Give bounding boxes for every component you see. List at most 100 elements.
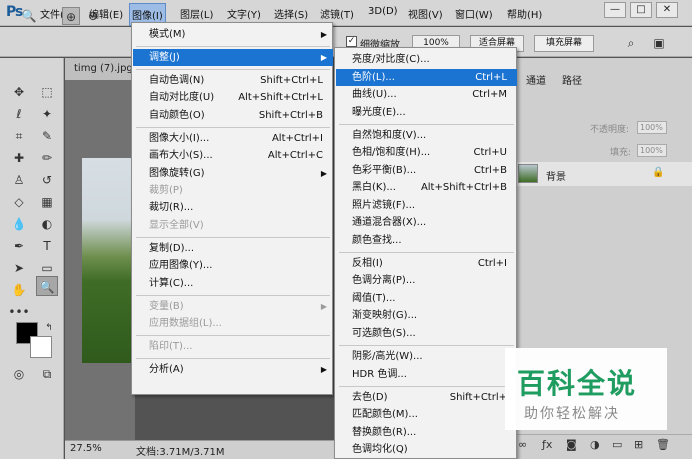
menu-type[interactable]: 文字(Y) [227,6,261,21]
menu-layer[interactable]: 图层(L) [180,6,213,21]
adjust_menu-item[interactable]: 阈值(T)... [336,290,517,307]
adjust_menu-item[interactable]: 通道混合器(X)... [336,214,517,231]
swap-colors-icon[interactable]: ↰ [38,318,60,338]
more-tools-icon[interactable]: ••• [8,302,30,322]
hand-tool-icon[interactable]: ✋ [8,280,30,300]
fx-icon[interactable]: ƒx [542,438,552,451]
adjust_menu-item[interactable]: 替换颜色(R)... [336,424,517,441]
link-layers-icon[interactable]: ∞ [518,438,527,451]
new-layer-icon[interactable]: ⊞ [634,438,643,451]
dodge-tool-icon[interactable]: ◐ [36,214,58,234]
magic-wand-icon[interactable]: ✦ [36,104,58,124]
zoom-out-icon[interactable]: ⊖ [84,7,102,25]
search-icon[interactable]: ⌕ [622,34,640,52]
adjust_menu-item-shortcut: Ctrl+U [473,147,508,159]
document-tab[interactable]: timg (7).jpg [74,63,133,74]
adjust_menu-item[interactable]: 反相(I) Ctrl+I [336,255,517,272]
adjust_menu-item[interactable]: 色彩平衡(B)... Ctrl+B [336,162,517,179]
lasso-tool-icon[interactable]: ℓ [8,104,30,124]
move-tool-icon[interactable]: ✥ [8,82,30,102]
trash-icon[interactable]: 🗑 [656,438,670,451]
adjust_menu-item[interactable]: 曝光度(E)... [336,104,517,121]
submenu-arrow-icon: ▶ [320,365,327,374]
adjust_menu-item[interactable]: 色相/饱和度(H)... Ctrl+U [336,144,517,161]
adjust_menu-item-label: 亮度/对比度(C)... [352,54,430,65]
quick-mask-icon[interactable]: ◎ [8,364,30,384]
image_menu-item[interactable]: 模式(M) ▶ [133,26,333,43]
adjust_menu-item[interactable]: 颜色查找... [336,232,517,249]
pen-tool-icon[interactable]: ✒ [8,236,30,256]
close-button[interactable]: ✕ [656,2,678,18]
image_menu-item[interactable]: 图像大小(I)... Alt+Ctrl+I [133,130,333,147]
adjust_menu-item[interactable]: 匹配颜色(M)... [336,406,517,423]
adjust_menu-item-label: 颜色查找... [352,234,402,246]
image_menu-item[interactable]: 复制(D)... [133,240,333,257]
opacity-input[interactable]: 100% [637,121,667,134]
tab-channels[interactable]: 通道 [526,72,546,87]
menu-filter[interactable]: 滤镜(T) [320,6,354,21]
image_menu-item-label: 图像大小(I)... [149,132,210,144]
history-brush-icon[interactable]: ↺ [36,170,58,190]
adjust_menu-item[interactable]: 可选颜色(S)... [336,325,517,342]
adjust_menu-item[interactable]: 黑白(K)... Alt+Shift+Ctrl+B [336,179,517,196]
zoom-tool-icon[interactable]: 🔍 [20,7,38,25]
fill-input[interactable]: 100% [637,144,667,157]
eyedropper-icon[interactable]: ✎ [36,126,58,146]
adjust_menu-item[interactable]: 阴影/高光(W)... [336,348,517,365]
adjust_menu-item[interactable]: 亮度/对比度(C)... [336,51,517,68]
adjust_menu-item[interactable]: 自然饱和度(V)... [336,127,517,144]
image_menu-item[interactable]: 计算(C)... [133,275,333,292]
zoom-tool-selected-icon[interactable]: 🔍 [36,276,58,296]
image_menu-item[interactable]: 图像旋转(G) ▶ [133,165,333,182]
layer-mask-icon[interactable]: ◙ [566,438,577,451]
type-tool-icon[interactable]: T [36,236,58,256]
adjust_menu-item[interactable]: 色阶(L)... Ctrl+L [336,68,517,86]
image_menu-item[interactable]: 自动色调(N) Shift+Ctrl+L [133,72,333,89]
restore-button[interactable]: □ [630,2,652,18]
image_menu-item[interactable]: 裁切(R)... [133,199,333,216]
menu-help[interactable]: 帮助(H) [507,6,542,21]
adjust_menu-item[interactable]: 色调均化(Q) [336,441,517,458]
image_menu-item[interactable]: 自动颜色(O) Shift+Ctrl+B [133,107,333,124]
blur-tool-icon[interactable]: 💧 [8,214,30,234]
rectangle-tool-icon[interactable]: ▭ [36,258,58,278]
eraser-tool-icon[interactable]: ◇ [8,192,30,212]
adjust_menu-item-label: 自然饱和度(V)... [352,129,427,141]
crop-tool-icon[interactable]: ⌗ [8,126,30,146]
menu-3d[interactable]: 3D(D) [368,6,398,17]
image_menu-item-label: 调整(J) [149,52,180,63]
menu-select[interactable]: 选择(S) [274,6,308,21]
adjust_menu-item[interactable]: 去色(D) Shift+Ctrl+ [336,389,517,406]
fill-screen-button[interactable]: 填充屏幕 [534,35,594,52]
status-zoom[interactable]: 27.5% [70,443,102,454]
stamp-tool-icon[interactable]: ♙ [8,170,30,190]
workspace-icon[interactable]: ▣ [650,34,668,52]
lock-icon: 🔒 [652,167,665,178]
zoom-in-icon[interactable]: ⊕ [62,7,80,25]
screen-mode-icon[interactable]: ⧉ [36,364,58,384]
image_menu-item[interactable]: 自动对比度(U) Alt+Shift+Ctrl+L [133,89,333,106]
adjust_menu-item-label: 色彩平衡(B)... [352,164,417,176]
healing-brush-icon[interactable]: ✚ [8,148,30,168]
image_menu-item[interactable]: 分析(A) ▶ [133,361,333,378]
adjust_menu-item[interactable]: 渐变映射(G)... [336,307,517,324]
marquee-tool-icon[interactable]: ⬚ [36,82,58,102]
menu-view[interactable]: 视图(V) [408,6,443,21]
minimize-button[interactable]: — [604,2,626,18]
adjust_menu-item[interactable]: HDR 色调... [336,366,517,383]
background-color-swatch[interactable] [30,336,52,358]
adjustment-layer-icon[interactable]: ◑ [590,438,600,451]
adjust_menu-item[interactable]: 色调分离(P)... [336,272,517,289]
brush-tool-icon[interactable]: ✏ [36,148,58,168]
gradient-tool-icon[interactable]: ▦ [36,192,58,212]
adjust_menu-item[interactable]: 照片滤镜(F)... [336,197,517,214]
menu-window[interactable]: 窗口(W) [455,6,493,21]
path-select-icon[interactable]: ➤ [8,258,30,278]
image_menu-item[interactable]: 调整(J) ▶ [133,49,333,66]
adjust_menu-item[interactable]: 曲线(U)... Ctrl+M [336,86,517,103]
tab-paths[interactable]: 路径 [562,72,582,87]
group-icon[interactable]: ▭ [612,438,622,451]
scrubby-zoom-checkbox[interactable]: ✓ [346,36,357,47]
image_menu-item[interactable]: 应用图像(Y)... [133,257,333,274]
image_menu-item[interactable]: 画布大小(S)... Alt+Ctrl+C [133,147,333,164]
